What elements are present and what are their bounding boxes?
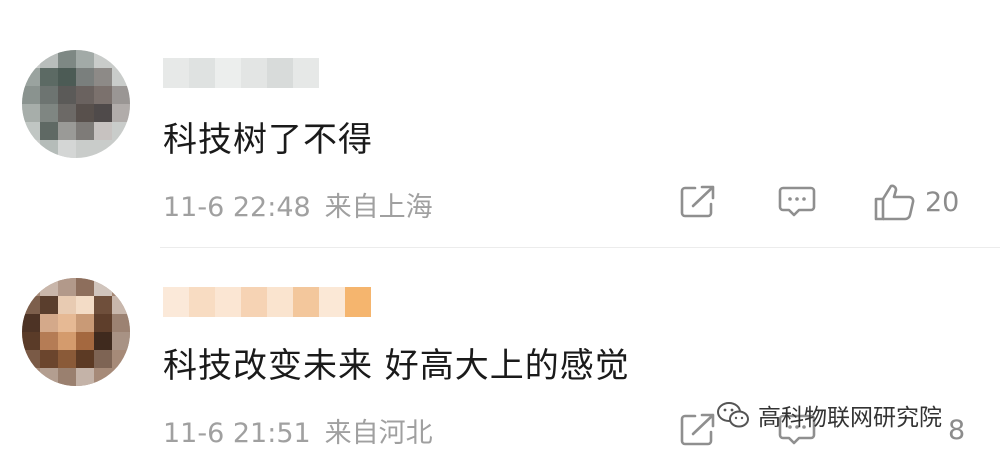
username-blurred[interactable] <box>163 287 371 317</box>
thumbs-up-icon <box>874 184 915 221</box>
like-button[interactable]: 8 <box>940 408 965 452</box>
like-count: 20 <box>925 186 960 218</box>
comment-text: 科技改变未来 好高大上的感觉 <box>163 346 630 386</box>
watermark-text: 高科物联网研究院 <box>758 405 942 431</box>
comment-text: 科技树了不得 <box>163 120 373 160</box>
wechat-icon <box>717 402 749 428</box>
comment-item: 科技树了不得 11-6 22:48 来自上海 20 <box>0 0 1000 247</box>
comment-icon <box>778 186 816 217</box>
avatar[interactable] <box>22 50 130 158</box>
comment-button[interactable] <box>777 180 817 224</box>
like-count: 8 <box>948 414 966 446</box>
share-icon <box>680 185 715 218</box>
share-icon <box>680 413 715 446</box>
username-blurred[interactable] <box>163 58 319 88</box>
like-button[interactable]: 20 <box>873 180 959 224</box>
share-button[interactable] <box>679 408 719 452</box>
avatar[interactable] <box>22 278 130 386</box>
share-button[interactable] <box>679 180 719 224</box>
comment-actions: 20 <box>0 180 1000 224</box>
watermark: 高科物联网研究院 <box>716 398 942 432</box>
